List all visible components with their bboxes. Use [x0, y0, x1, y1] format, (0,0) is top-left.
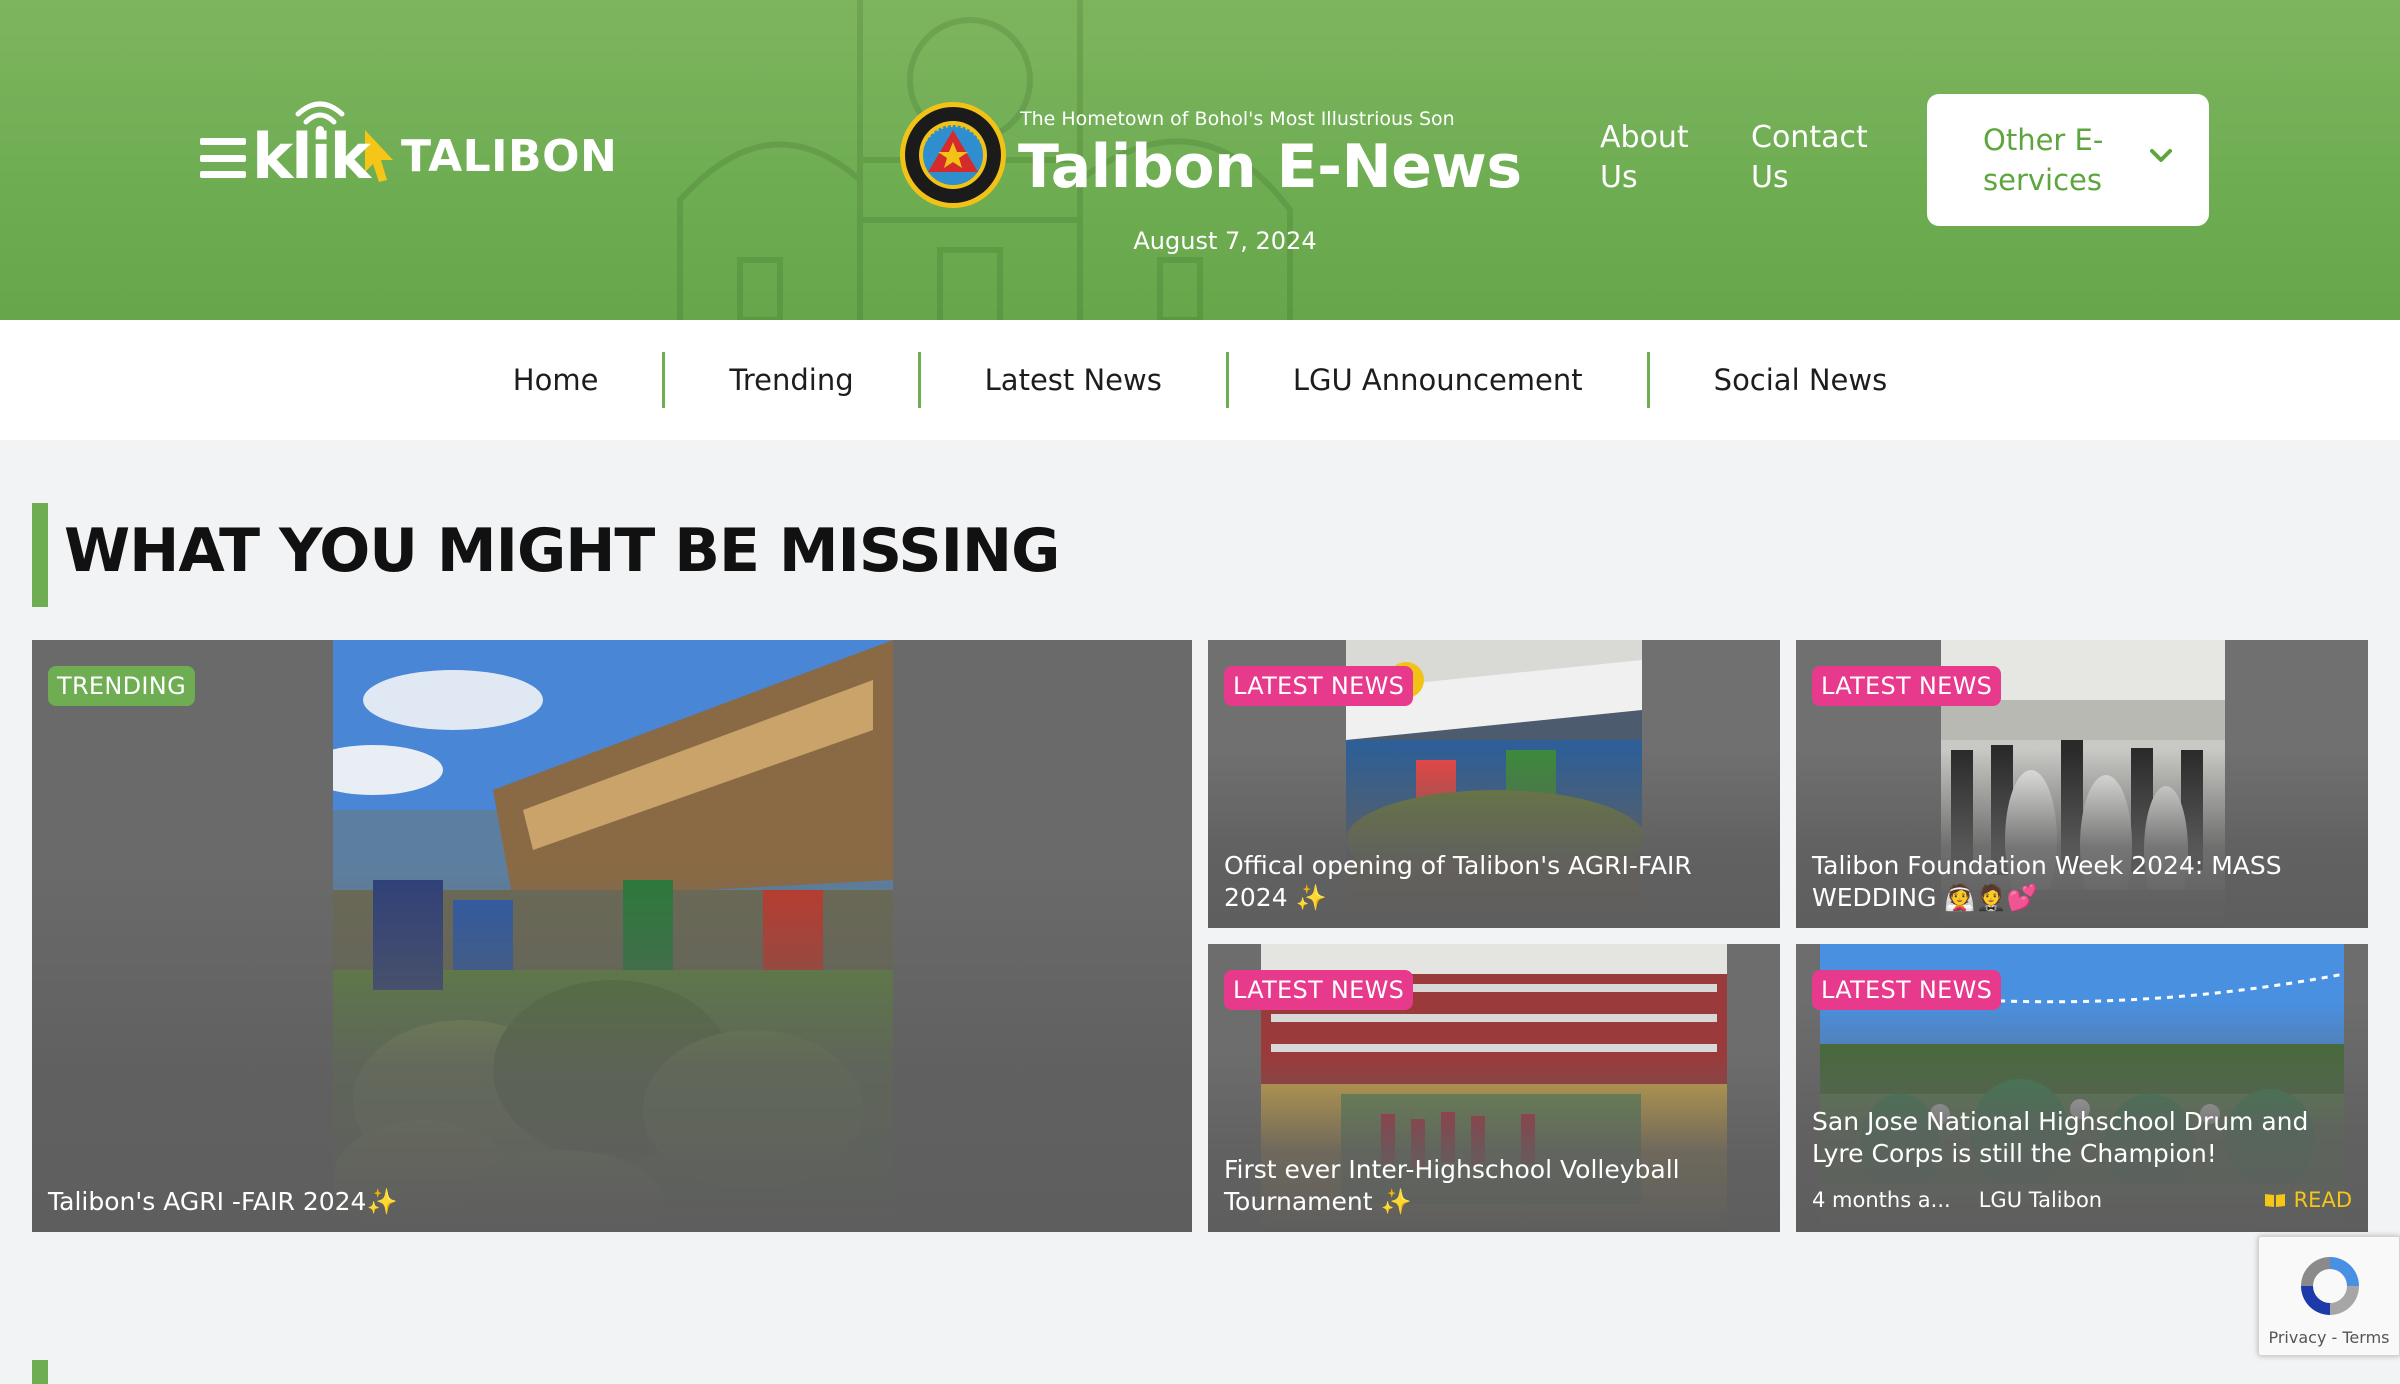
card-title[interactable]: Offical opening of Talibon's AGRI-FAIR 2…	[1224, 850, 1762, 914]
post-time: 4 months a...	[1812, 1188, 1951, 1212]
site-tagline: The Hometown of Bohol's Most Illustrious…	[1020, 108, 1455, 130]
card-gradient-overlay	[32, 864, 1192, 1232]
news-card[interactable]: LATEST NEWS Talibon Foundation Week 2024…	[1796, 640, 2368, 928]
recaptcha-icon	[2301, 1257, 2359, 1315]
contact-us-link[interactable]: Contact Us	[1751, 118, 1871, 198]
link-separator: -	[2326, 1328, 2343, 1347]
read-link[interactable]: READ	[2264, 1188, 2352, 1212]
news-card[interactable]: LATEST NEWS Offical opening of Talibon's…	[1208, 640, 1780, 928]
current-date: August 7, 2024	[1133, 227, 1317, 255]
recaptcha-badge[interactable]: Privacy - Terms	[2258, 1236, 2400, 1356]
card-title[interactable]: San Jose National Highschool Drum and Ly…	[1812, 1106, 2350, 1170]
site-header: klik TALIBON The Hometown of Bohol's Mos…	[0, 0, 2400, 320]
main-nav: Home Trending Latest News LGU Announceme…	[0, 320, 2400, 440]
privacy-link[interactable]: Privacy	[2268, 1328, 2326, 1347]
card-title[interactable]: First ever Inter-Highschool Volleyball T…	[1224, 1154, 1762, 1218]
nav-item-social-news[interactable]: Social News	[1650, 352, 1952, 408]
other-e-services-dropdown[interactable]: Other E-services	[1927, 94, 2209, 226]
section-accent-bar	[32, 503, 48, 607]
card-title[interactable]: Talibon Foundation Week 2024: MASS WEDDI…	[1812, 850, 2350, 914]
site-title[interactable]: Talibon E-News	[1018, 132, 1522, 202]
nav-item-trending[interactable]: Trending	[665, 352, 921, 408]
section-title: WHAT YOU MIGHT BE MISSING	[64, 516, 1060, 586]
section-accent-bar	[32, 1360, 48, 1384]
category-badge-latest-news[interactable]: LATEST NEWS	[1224, 666, 1414, 706]
news-card[interactable]: LATEST NEWS San Jose National Highschool…	[1796, 944, 2368, 1232]
menu-hamburger-icon[interactable]	[200, 138, 246, 178]
logo-town-text: TALIBON	[400, 131, 618, 182]
category-badge-trending[interactable]: TRENDING	[48, 666, 195, 706]
category-badge-latest-news[interactable]: LATEST NEWS	[1812, 970, 2002, 1010]
klik-talibon-logo[interactable]: klik TALIBON	[252, 98, 617, 188]
category-badge-latest-news[interactable]: LATEST NEWS	[1224, 970, 1414, 1010]
news-card-featured[interactable]: TRENDING Talibon's AGRI -FAIR 2024✨	[32, 640, 1192, 1232]
wifi-icon	[295, 101, 345, 134]
news-card[interactable]: LATEST NEWS First ever Inter-Highschool …	[1208, 944, 1780, 1232]
municipal-seal-icon	[900, 102, 1006, 208]
nav-item-latest-news[interactable]: Latest News	[921, 352, 1229, 408]
nav-item-home[interactable]: Home	[449, 352, 666, 408]
post-author[interactable]: LGU Talibon	[1979, 1188, 2102, 1212]
card-title[interactable]: Talibon's AGRI -FAIR 2024✨	[48, 1186, 1174, 1218]
chevron-down-icon	[2150, 149, 2172, 162]
about-us-link[interactable]: About Us	[1600, 118, 1710, 198]
category-badge-latest-news[interactable]: LATEST NEWS	[1812, 666, 2002, 706]
nav-item-lgu-announcement[interactable]: LGU Announcement	[1229, 352, 1650, 408]
book-open-icon	[2264, 1194, 2285, 1207]
read-label: READ	[2293, 1188, 2352, 1212]
terms-link[interactable]: Terms	[2342, 1328, 2389, 1347]
card-meta: 4 months a... LGU Talibon READ	[1812, 1186, 2352, 1214]
recaptcha-links: Privacy - Terms	[2259, 1328, 2399, 1347]
other-e-services-label: Other E-services	[1983, 123, 2104, 197]
